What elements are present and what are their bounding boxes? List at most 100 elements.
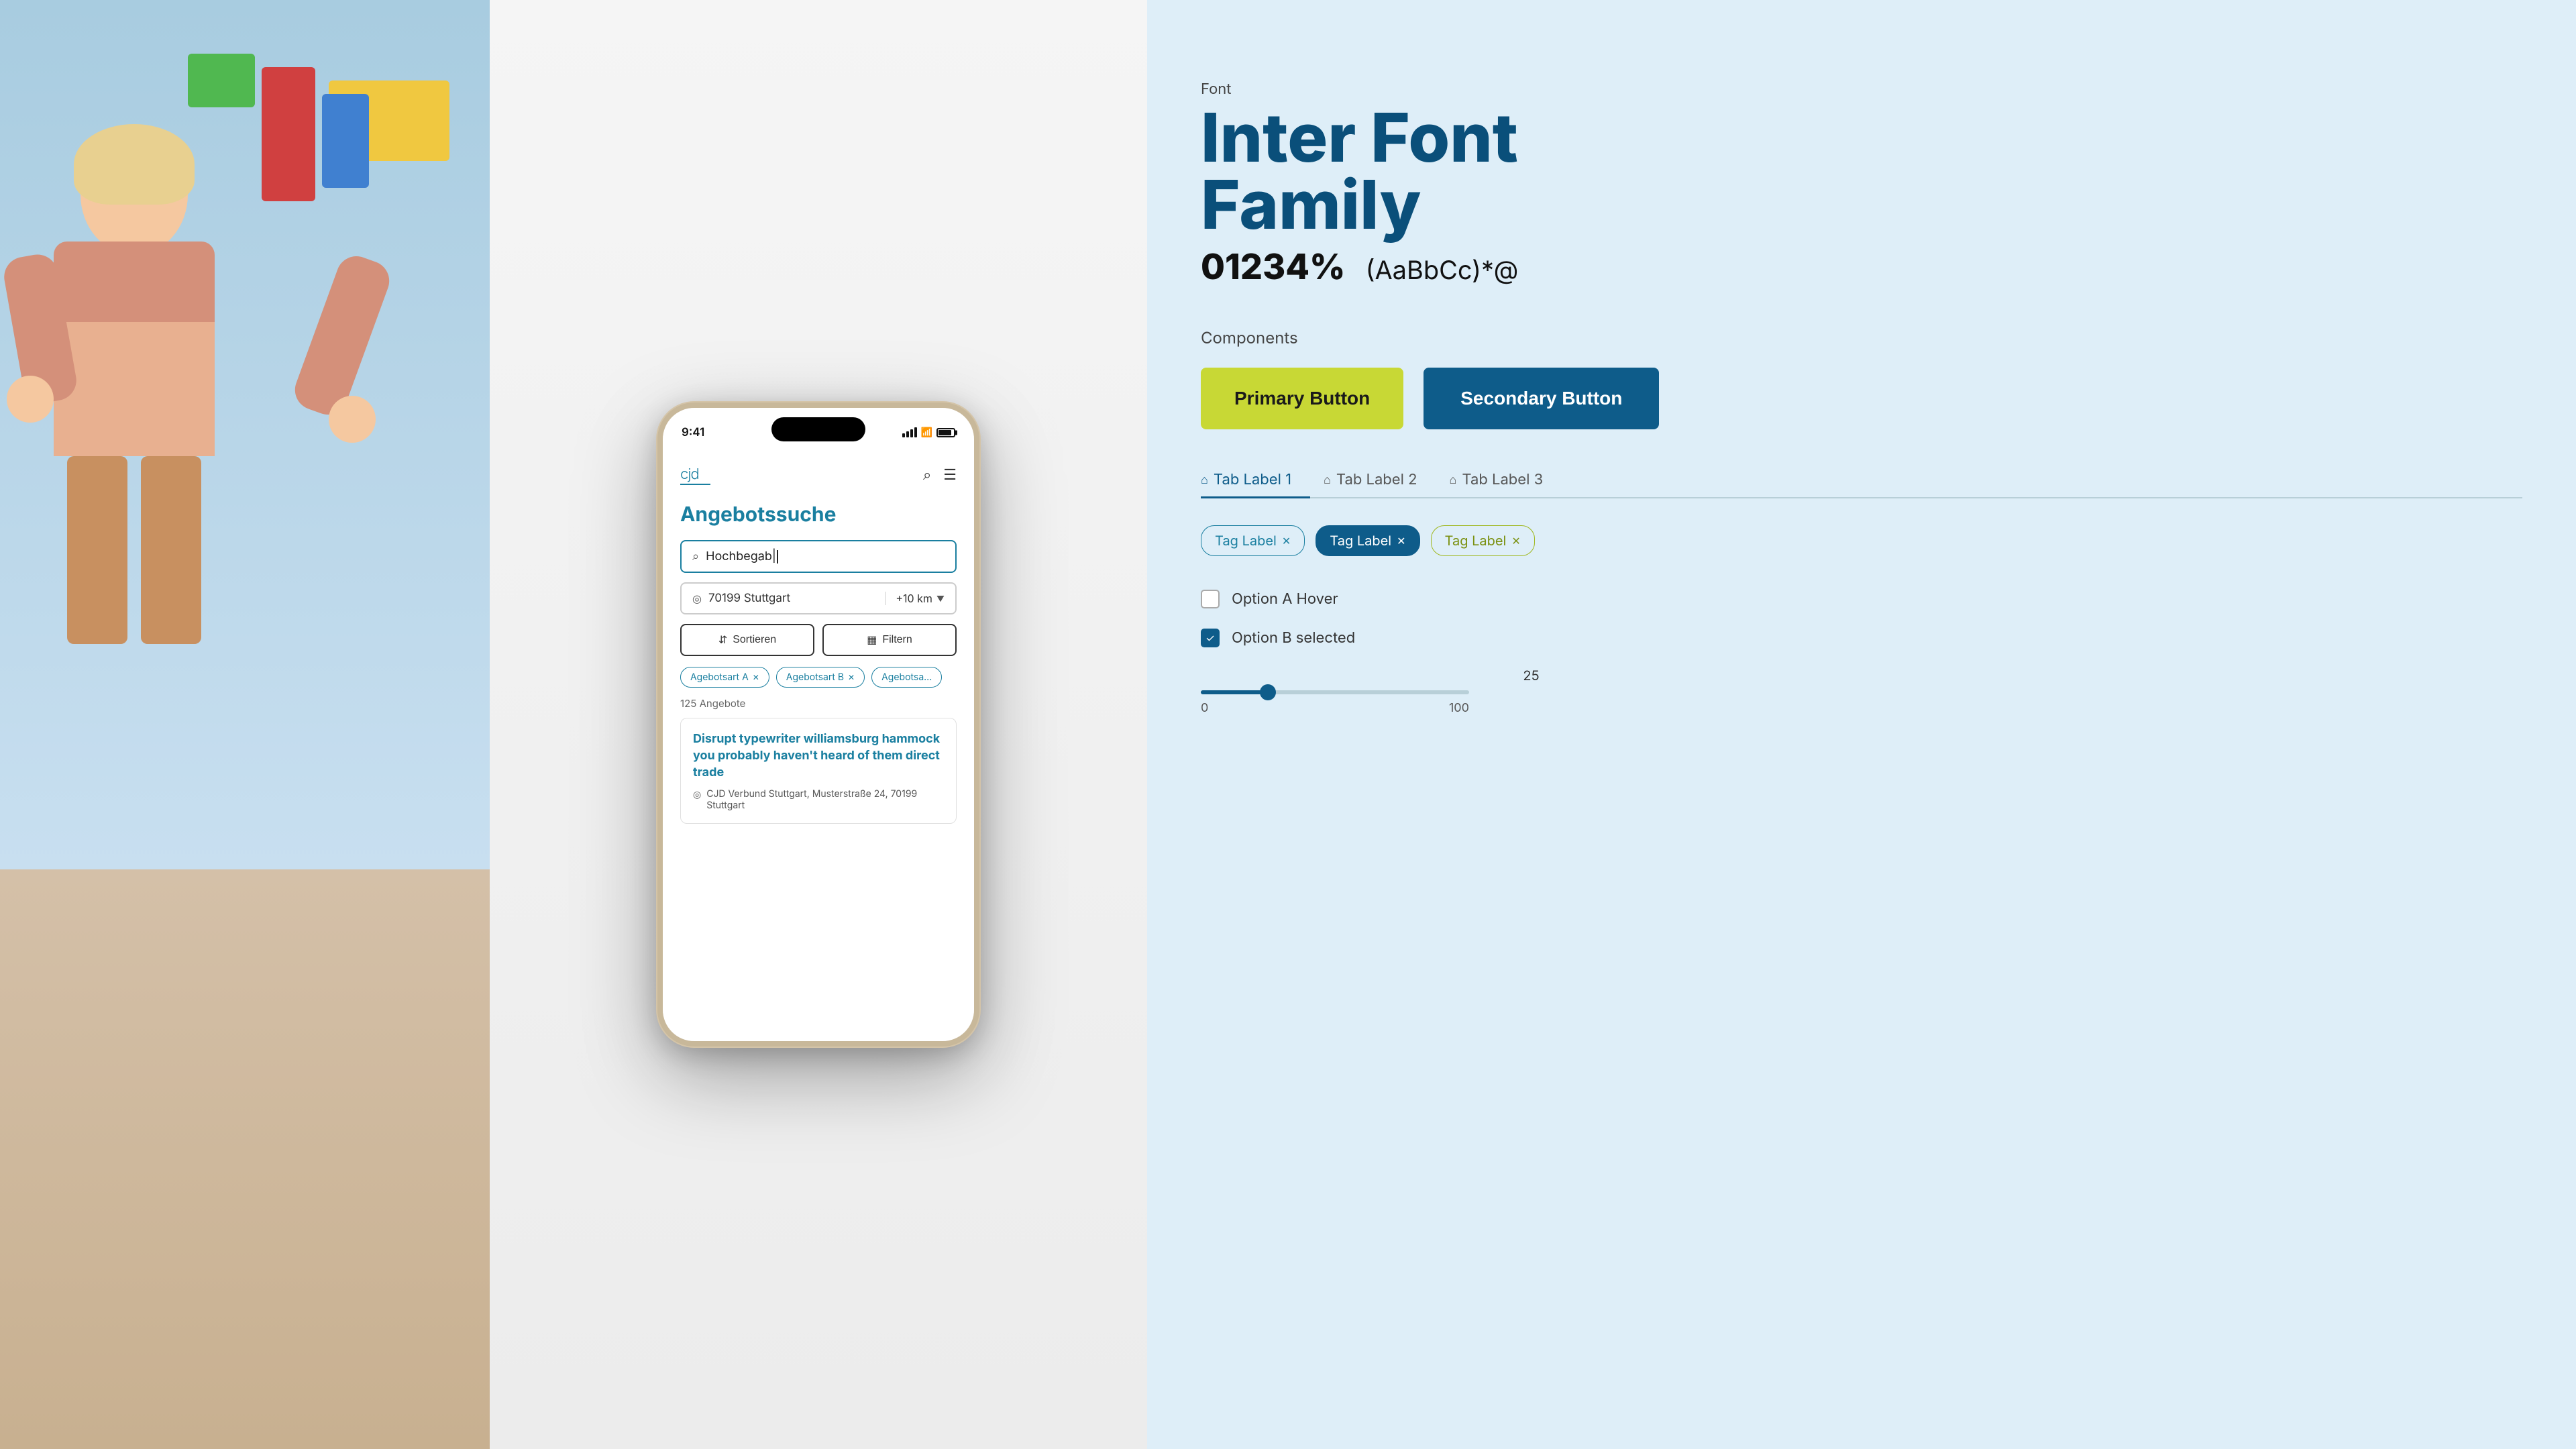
tab-3-icon: ⌂: [1450, 473, 1457, 487]
status-icons: 📶: [902, 427, 955, 438]
phone-area: 9:41 📶: [490, 0, 1147, 1449]
location-box[interactable]: ◎ 70199 Stuttgart +10 km ▼: [680, 582, 957, 614]
slider-min-label: 0: [1201, 701, 1208, 715]
tab-label-1[interactable]: ⌂ Tab Label 1: [1201, 463, 1310, 498]
checkbox-b-row: ✓ Option B selected: [1201, 629, 2522, 647]
component-tag-dark[interactable]: Tag Label ✕: [1316, 525, 1419, 556]
slider-fill: [1201, 690, 1268, 694]
menu-icon[interactable]: ☰: [943, 466, 957, 484]
right-half: 9:41 📶: [490, 0, 2576, 1449]
slider-max-label: 100: [1449, 701, 1469, 715]
tag-chip-b[interactable]: Agebotsart B ✕: [776, 667, 865, 688]
signal-bar-1: [902, 433, 905, 437]
km-label: +10 km: [896, 592, 932, 605]
tab-3-label: Tab Label 3: [1462, 471, 1543, 488]
signal-bar-3: [910, 429, 913, 437]
logo-underline: [680, 484, 710, 485]
search-input-icon: ⌕: [692, 549, 699, 564]
tab-label-2[interactable]: ⌂ Tab Label 2: [1324, 463, 1436, 498]
location-value: 70199 Stuttgart: [708, 592, 885, 605]
cjd-logo: cjd: [680, 465, 710, 485]
result-card[interactable]: Disrupt typewriter williamsburg hammock …: [680, 718, 957, 824]
component-tag-outline[interactable]: Tag Label ✕: [1201, 525, 1305, 556]
result-card-location: ◎ CJD Verbund Stuttgart, Musterstraße 24…: [693, 788, 944, 811]
tag-labels-row: Tag Label ✕ Tag Label ✕ Tag Label ✕: [1201, 525, 2522, 556]
search-box[interactable]: ⌕ Hochbegab|: [680, 540, 957, 573]
slider-min-max-labels: 0 100: [1201, 701, 1469, 715]
tag-chip-b-remove[interactable]: ✕: [848, 672, 855, 682]
tab-label-3[interactable]: ⌂ Tab Label 3: [1450, 463, 1562, 498]
tab-1-label: Tab Label 1: [1214, 471, 1291, 488]
component-tag-dark-label: Tag Label: [1330, 533, 1391, 549]
sort-icon: ⇵: [718, 633, 727, 647]
battery-fill: [938, 430, 951, 435]
component-tag-outline-label: Tag Label: [1215, 533, 1277, 549]
component-tag-green[interactable]: Tag Label ✕: [1431, 525, 1535, 556]
font-section-label: Font: [1201, 80, 2522, 98]
sort-button[interactable]: ⇵ Sortieren: [680, 624, 814, 656]
component-tag-green-label: Tag Label: [1445, 533, 1507, 549]
status-time: 9:41: [682, 426, 704, 439]
tab-2-label: Tab Label 2: [1336, 471, 1417, 488]
km-selector[interactable]: +10 km ▼: [885, 592, 945, 605]
checkbox-b[interactable]: ✓: [1201, 629, 1220, 647]
component-tag-green-close[interactable]: ✕: [1511, 534, 1520, 547]
font-sample-row: 01234% (AaBbCc)*@: [1201, 246, 2522, 288]
tab-1-icon: ⌂: [1201, 473, 1208, 487]
tag-chip-a-label: Agebotsart A: [690, 672, 749, 683]
wifi-icon: 📶: [921, 427, 932, 438]
signal-bar-4: [914, 427, 917, 437]
filter-label: Filtern: [882, 634, 912, 646]
battery-icon: [936, 428, 955, 437]
tag-chip-a[interactable]: Agebotsart A ✕: [680, 667, 769, 688]
cjd-logo-text: cjd: [680, 465, 710, 482]
phone-app-header: cjd ⌕ ☰: [663, 451, 974, 492]
sort-label: Sortieren: [733, 634, 776, 646]
result-card-title: Disrupt typewriter williamsburg hammock …: [693, 731, 944, 782]
font-title-text-2: Family: [1201, 164, 1421, 246]
checkbox-a-label: Option A Hover: [1232, 590, 1338, 608]
primary-button[interactable]: Primary Button: [1201, 368, 1403, 429]
signal-bar-2: [906, 431, 909, 437]
results-count: 125 Angebote: [680, 697, 957, 710]
dynamic-island: [771, 417, 865, 441]
photo-section: [0, 0, 490, 1449]
header-icons: ⌕ ☰: [923, 466, 957, 484]
tag-chip-b-label: Agebotsart B: [786, 672, 844, 683]
phone-content: cjd ⌕ ☰ Angebotssuche ⌕: [663, 451, 974, 1041]
checkbox-b-label: Option B selected: [1232, 629, 1355, 647]
component-tag-dark-close[interactable]: ✕: [1397, 534, 1405, 547]
slider-thumb[interactable]: [1260, 684, 1276, 700]
secondary-button[interactable]: Secondary Button: [1424, 368, 1659, 429]
tabs-row: ⌂ Tab Label 1 ⌂ Tab Label 2 ⌂ Tab Label …: [1201, 463, 2522, 498]
filter-button[interactable]: ▦ Filtern: [822, 624, 957, 656]
slider-container: 25 0 100: [1201, 667, 2522, 715]
action-buttons-row: ⇵ Sortieren ▦ Filtern: [680, 624, 957, 656]
km-dropdown-icon: ▼: [936, 594, 945, 604]
checkbox-a[interactable]: [1201, 590, 1220, 608]
font-title-line1: Inter Font Family: [1201, 105, 2522, 239]
tag-chip-c[interactable]: Agebotsa…: [871, 667, 942, 688]
tag-chip-c-label: Agebotsa…: [881, 672, 932, 683]
text-cursor: [777, 550, 778, 564]
font-numbers-sample: 01234%: [1201, 246, 1346, 288]
tab-2-icon: ⌂: [1324, 473, 1331, 487]
signal-bars-icon: [902, 427, 917, 437]
components-buttons-row: Primary Button Secondary Button: [1201, 368, 2522, 429]
checkbox-a-row: Option A Hover: [1201, 590, 2522, 608]
result-location-icon: ◎: [693, 789, 701, 800]
components-section-label: Components: [1201, 328, 2522, 347]
tag-chip-a-remove[interactable]: ✕: [753, 672, 759, 682]
search-icon[interactable]: ⌕: [923, 466, 931, 484]
phone-frame: 9:41 📶: [657, 402, 979, 1046]
search-input-value[interactable]: Hochbegab|: [706, 549, 778, 564]
design-panel: Font Inter Font Family 01234% (AaBbCc)*@…: [1147, 0, 2576, 1449]
filter-tags-row: Agebotsart A ✕ Agebotsart B ✕ Agebotsa…: [680, 667, 957, 688]
filter-icon: ▦: [867, 633, 877, 647]
search-text: Hochbegab|: [706, 549, 776, 564]
component-tag-outline-close[interactable]: ✕: [1282, 534, 1291, 547]
slider-value-label: 25: [1518, 667, 1545, 684]
phone-body: Angebotssuche ⌕ Hochbegab| ◎ 70199 Stutt…: [663, 492, 974, 835]
slider-track[interactable]: [1201, 690, 1469, 694]
result-location-text: CJD Verbund Stuttgart, Musterstraße 24, …: [706, 788, 944, 811]
